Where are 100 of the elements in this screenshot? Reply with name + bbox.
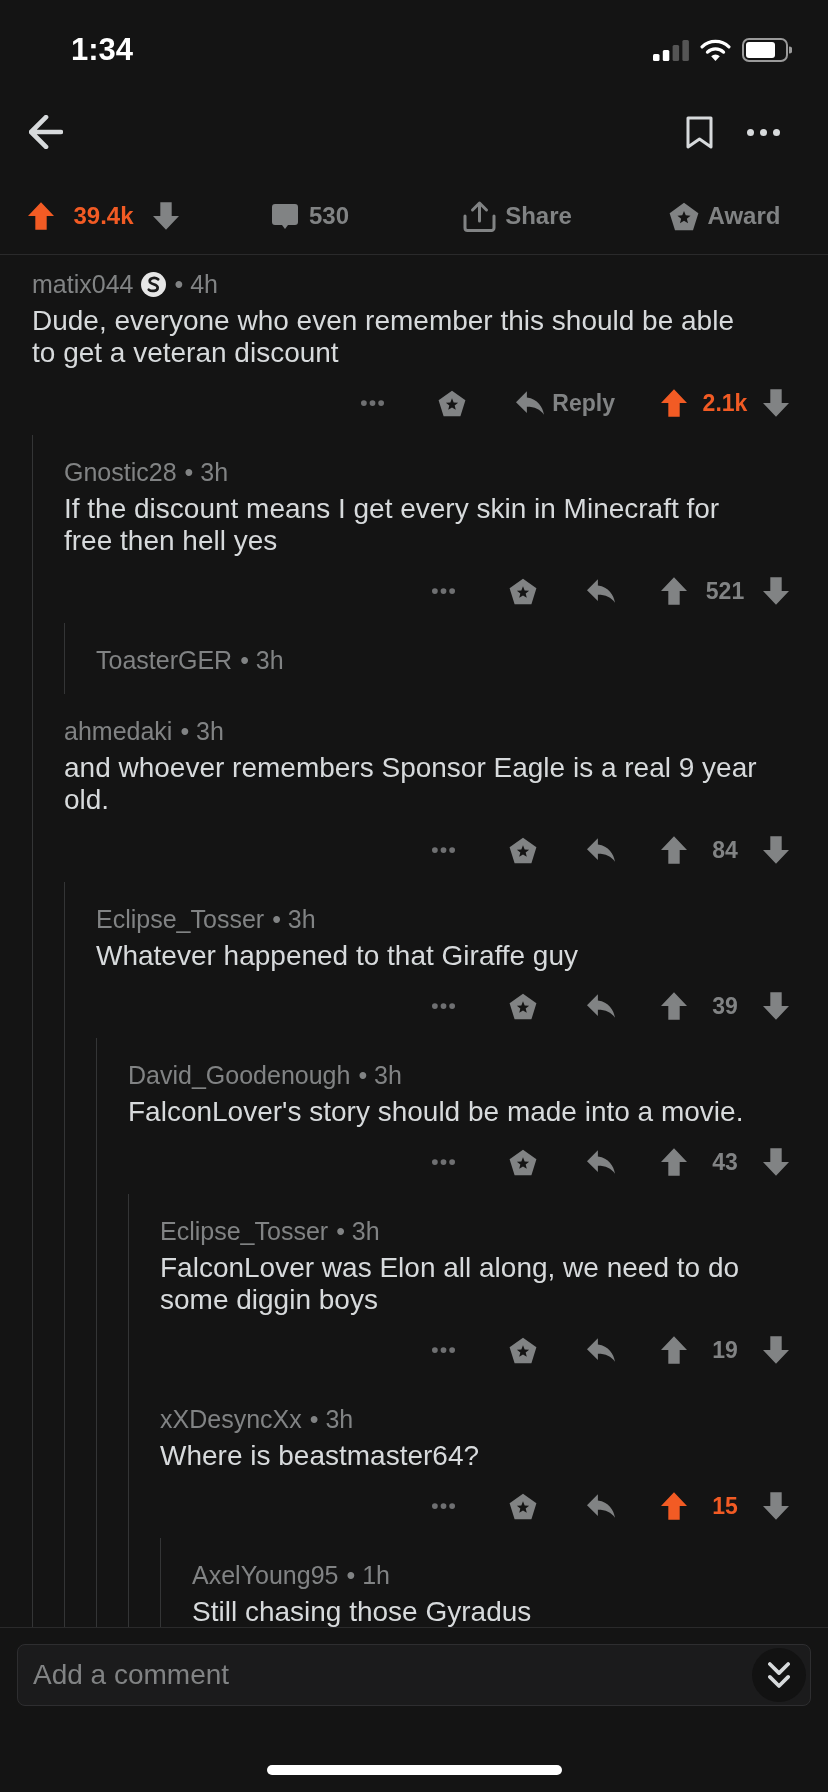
comment-bubble-icon xyxy=(271,203,298,229)
downvote-icon xyxy=(763,836,789,864)
comment-author[interactable]: Eclipse_Tosser xyxy=(160,1217,329,1245)
downvote-button[interactable] xyxy=(152,202,179,230)
upvote-button[interactable] xyxy=(661,577,687,605)
back-arrow-icon xyxy=(29,115,63,149)
comment-text: Dude, everyone who even remember this should be able to get a veteran discount xyxy=(32,305,735,369)
upvote-icon xyxy=(661,1336,687,1364)
comment-author[interactable]: ahmedaki xyxy=(64,717,173,745)
upvote-icon xyxy=(661,1492,687,1520)
reply-icon xyxy=(587,1338,615,1362)
vote-count: 2.1k xyxy=(702,389,748,417)
comment-author[interactable]: Eclipse_Tosser xyxy=(96,905,265,933)
comment-text: and whoever remembers Sponsor Eagle is a real 9 year old. xyxy=(64,752,758,816)
reply-icon xyxy=(587,1150,615,1174)
comments-button[interactable]: 530 xyxy=(271,202,349,230)
comment-author[interactable]: AxelYoung95 xyxy=(192,1561,339,1589)
upvote-button[interactable] xyxy=(661,992,687,1020)
upvote-button[interactable] xyxy=(28,202,55,230)
bookmark-button[interactable] xyxy=(686,115,713,149)
comment-author[interactable]: David_Goodenough xyxy=(128,1061,351,1089)
award-icon xyxy=(509,992,537,1020)
award-icon xyxy=(509,836,537,864)
vote-count: 39.4k xyxy=(73,202,134,230)
comment-text: Where is beastmaster64? xyxy=(160,1440,480,1472)
vote-count: 521 xyxy=(705,577,745,605)
more-button[interactable] xyxy=(432,1159,455,1165)
reply-button[interactable]: Reply xyxy=(516,389,615,417)
upvote-icon xyxy=(661,836,687,864)
more-button[interactable] xyxy=(432,847,455,853)
more-icon xyxy=(432,1159,455,1165)
reply-button[interactable] xyxy=(587,579,615,603)
upvote-button[interactable] xyxy=(661,836,687,864)
award-button[interactable] xyxy=(509,1336,537,1364)
award-button[interactable] xyxy=(509,1148,537,1176)
award-icon xyxy=(509,1492,537,1520)
comment-input[interactable]: Add a comment xyxy=(17,1644,811,1706)
upvote-icon xyxy=(661,389,687,417)
more-icon xyxy=(432,1347,455,1353)
downvote-button[interactable] xyxy=(763,836,789,864)
award-button[interactable] xyxy=(509,992,537,1020)
upvote-icon xyxy=(661,992,687,1020)
downvote-button[interactable] xyxy=(763,992,789,1020)
downvote-icon xyxy=(763,992,789,1020)
downvote-icon xyxy=(152,202,179,230)
more-button[interactable] xyxy=(432,1347,455,1353)
upvote-button[interactable] xyxy=(661,389,687,417)
more-button[interactable] xyxy=(361,400,385,406)
comment-author[interactable]: matix044 xyxy=(32,270,134,298)
upvote-button[interactable] xyxy=(661,1492,687,1520)
double-chevron-down-icon xyxy=(768,1662,790,1688)
downvote-button[interactable] xyxy=(763,1336,789,1364)
share-button[interactable]: Share xyxy=(463,200,572,232)
downvote-icon xyxy=(763,1336,789,1364)
more-button[interactable] xyxy=(432,588,455,594)
comment-age: • 1h xyxy=(346,1561,390,1589)
reply-button[interactable] xyxy=(587,838,615,862)
downvote-icon xyxy=(763,389,789,417)
more-options-button[interactable] xyxy=(747,128,780,136)
back-button[interactable] xyxy=(29,115,63,149)
wifi-icon xyxy=(700,39,731,61)
battery-icon xyxy=(742,38,792,62)
comment-age: • 4h xyxy=(174,270,218,298)
vote-count: 84 xyxy=(712,836,738,864)
comment-author[interactable]: Gnostic28 xyxy=(64,458,177,486)
award-button[interactable] xyxy=(509,577,537,605)
downvote-button[interactable] xyxy=(763,389,789,417)
award-icon xyxy=(509,577,537,605)
share-icon xyxy=(463,200,497,232)
comment-age: • 3h xyxy=(272,905,316,933)
reply-icon xyxy=(587,579,615,603)
more-button[interactable] xyxy=(432,1503,455,1509)
award-button[interactable]: Award xyxy=(668,201,781,231)
downvote-icon xyxy=(763,577,789,605)
reply-button[interactable] xyxy=(587,1494,615,1518)
downvote-button[interactable] xyxy=(763,1492,789,1520)
reply-button[interactable] xyxy=(587,1150,615,1174)
comment-age: • 3h xyxy=(240,646,284,674)
comment-age: • 3h xyxy=(309,1405,354,1433)
comment-text: FalconLover's story should be made into a movie. xyxy=(128,1096,744,1128)
upvote-button[interactable] xyxy=(661,1148,687,1176)
vote-count: 19 xyxy=(712,1336,738,1364)
signal-icon xyxy=(653,39,689,61)
comment-author[interactable]: xXDesyncXx xyxy=(160,1405,302,1433)
reply-button[interactable] xyxy=(587,1338,615,1362)
award-icon xyxy=(509,1148,537,1176)
award-button[interactable] xyxy=(438,389,467,417)
comment-age: • 3h xyxy=(358,1061,402,1089)
award-button[interactable] xyxy=(509,836,537,864)
more-icon xyxy=(432,588,455,594)
upvote-button[interactable] xyxy=(661,1336,687,1364)
more-button[interactable] xyxy=(432,1003,455,1009)
reply-button[interactable] xyxy=(587,994,615,1018)
downvote-button[interactable] xyxy=(763,577,789,605)
more-icon xyxy=(432,1503,455,1509)
award-button[interactable] xyxy=(509,1492,537,1520)
downvote-button[interactable] xyxy=(763,1148,789,1176)
comment-text: If the discount means I get every skin in Minecraft for free then hell yes xyxy=(64,493,721,557)
upvote-icon xyxy=(661,577,687,605)
comment-author[interactable]: ToasterGER xyxy=(96,646,233,674)
